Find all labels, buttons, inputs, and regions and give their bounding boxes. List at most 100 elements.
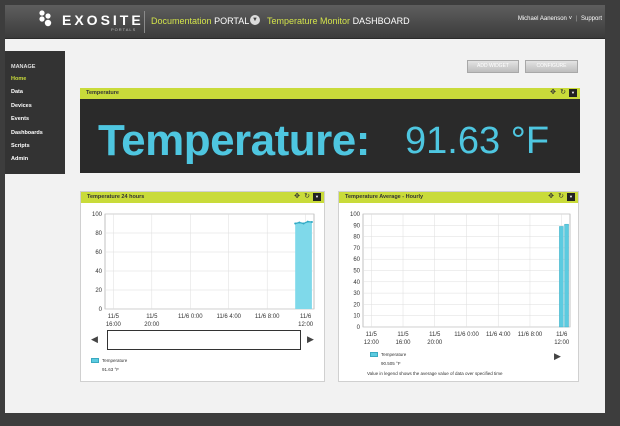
y-tick-label: 40 <box>353 280 360 286</box>
series-area <box>295 221 312 309</box>
chart-footnote: Value in legend shows the average value … <box>367 371 503 376</box>
temperature-24-hours-widget: Temperature 24 hours ✥ ↻ ▼ 0 20 40 60 80 100 1… <box>80 191 325 382</box>
user-menu[interactable]: Michael Aanenson <box>518 16 567 22</box>
portal-dropdown-icon[interactable]: ▼ <box>250 15 260 25</box>
collapse-icon[interactable]: ▼ <box>567 193 575 201</box>
arrow-left-icon[interactable]: ◀ <box>91 334 98 345</box>
collapse-icon[interactable]: ▼ <box>569 89 577 97</box>
x-tick-label: 20:00 <box>144 322 160 328</box>
series-point <box>294 222 297 225</box>
y-tick-label: 100 <box>92 212 103 218</box>
temperature-value: 91.63 °F <box>405 120 550 162</box>
y-tick-label: 50 <box>353 269 360 275</box>
y-tick-label: 60 <box>353 257 360 263</box>
y-tick-label: 90 <box>353 223 360 229</box>
y-tick-label: 30 <box>353 291 360 297</box>
x-tick-label: 16:00 <box>106 322 122 328</box>
sidebar: MANAGE Home Data Devices Events Dashboar… <box>5 51 65 174</box>
exosite-logo-icon[interactable] <box>38 10 54 28</box>
series-point <box>306 220 309 223</box>
widget-title: Temperature <box>86 90 119 96</box>
legend-series-name: Temperature <box>102 358 128 363</box>
refresh-icon[interactable]: ↻ <box>557 193 565 201</box>
user-caret-icon[interactable]: ˅ <box>569 16 573 22</box>
legend-series-value: 91.63 °F <box>102 367 120 372</box>
series-bar <box>559 226 564 328</box>
x-tick-label: 12:00 <box>364 340 380 346</box>
x-tick-label: 12:00 <box>298 322 314 328</box>
x-tick-label: 11/5 <box>108 314 120 320</box>
move-icon[interactable]: ✥ <box>293 193 301 201</box>
widget-header[interactable]: Temperature 24 hours ✥ ↻ ▼ <box>81 192 324 203</box>
y-tick-label: 70 <box>353 246 360 252</box>
x-tick-label: 11/5 <box>146 314 158 320</box>
x-tick-label: 11/6 0:00 <box>454 332 479 338</box>
sidebar-item-home[interactable]: Home <box>11 76 26 82</box>
y-tick-label: 80 <box>353 235 360 241</box>
widget-header[interactable]: Temperature Average - Hourly ✥ ↻ ▼ <box>339 192 578 203</box>
logo-subtext: PORTALS <box>111 27 137 32</box>
window-frame: EXOSITE PORTALS Documentation PORTAL ▼ T… <box>0 0 620 426</box>
legend-swatch <box>370 352 378 357</box>
y-tick-label: 80 <box>95 231 102 237</box>
legend-swatch <box>91 358 99 363</box>
temperature-widget: Temperature ✥ ↻ ▼ Temperature: 91.63 °F <box>80 88 580 173</box>
y-tick-label: 0 <box>99 307 103 313</box>
x-tick-label: 20:00 <box>427 340 443 346</box>
portal-title[interactable]: Documentation PORTAL <box>151 16 249 26</box>
x-tick-label: 11/6 <box>300 314 312 320</box>
configure-button[interactable]: CONFIGURE <box>525 60 578 73</box>
arrow-right-icon[interactable]: ▶ <box>554 351 561 362</box>
support-link[interactable]: Support <box>581 16 602 22</box>
temperature-24h-chart: 0 20 40 60 80 100 11/5 16:00 11/5 20:00 11/6 0:00 1… <box>92 212 315 328</box>
refresh-icon[interactable]: ↻ <box>303 193 311 201</box>
widget-title: Temperature 24 hours <box>87 194 145 200</box>
move-icon[interactable]: ✥ <box>547 193 555 201</box>
sidebar-item-data[interactable]: Data <box>11 89 23 95</box>
logo-text: EXOSITE <box>62 12 144 28</box>
y-tick-label: 60 <box>95 250 102 256</box>
series-point <box>310 220 313 223</box>
legend-series-value: 90.505 °F <box>381 361 401 366</box>
x-tick-label: 11/6 4:00 <box>486 332 511 338</box>
x-tick-label: 11/6 0:00 <box>178 314 203 320</box>
sidebar-item-devices[interactable]: Devices <box>11 103 32 109</box>
top-header: EXOSITE PORTALS Documentation PORTAL ▼ T… <box>5 5 605 39</box>
y-tick-label: 20 <box>353 302 360 308</box>
portal-title-name: Documentation <box>151 16 212 26</box>
temperature-average-hourly-widget: Temperature Average - Hourly ✥ ↻ ▼ 0 10 20… <box>338 191 579 382</box>
x-tick-label: 11/5 <box>397 332 409 338</box>
app-window: EXOSITE PORTALS Documentation PORTAL ▼ T… <box>5 5 605 413</box>
sidebar-item-events[interactable]: Events <box>11 116 29 122</box>
sidebar-item-scripts[interactable]: Scripts <box>11 143 30 149</box>
sidebar-item-dashboards[interactable]: Dashboards <box>11 130 43 136</box>
temperature-label: Temperature: <box>98 116 370 165</box>
series-point <box>298 221 301 224</box>
range-navigator[interactable] <box>107 330 301 350</box>
x-tick-label: 11/6 8:00 <box>518 332 543 338</box>
y-tick-label: 40 <box>95 269 102 275</box>
add-widget-button[interactable]: ADD WIDGET <box>467 60 519 73</box>
plot-area <box>104 213 315 310</box>
widget-title: Temperature Average - Hourly <box>345 194 424 200</box>
sidebar-item-admin[interactable]: Admin <box>11 156 28 162</box>
x-tick-label: 11/6 8:00 <box>255 314 280 320</box>
y-tick-label: 20 <box>95 288 102 294</box>
x-tick-label: 11/6 4:00 <box>216 314 241 320</box>
user-area: Michael Aanenson ˅ | Support <box>518 16 602 22</box>
series-point <box>302 222 305 225</box>
dashboard-title-name: Temperature Monitor <box>267 16 351 26</box>
y-tick-label: 100 <box>350 212 361 218</box>
x-tick-label: 11/6 <box>556 332 568 338</box>
x-tick-label: 11/5 <box>429 332 441 338</box>
refresh-icon[interactable]: ↻ <box>559 89 567 97</box>
widget-header[interactable]: Temperature ✥ ↻ ▼ <box>80 88 580 99</box>
header-divider <box>144 11 145 33</box>
temperature-average-chart: 0 10 20 30 40 50 60 70 80 90 100 11/5 12:00 11/5 16:00… <box>350 212 571 346</box>
move-icon[interactable]: ✥ <box>549 89 557 97</box>
y-tick-label: 10 <box>353 314 360 320</box>
arrow-right-icon[interactable]: ▶ <box>307 334 314 345</box>
header-separator: | <box>575 16 578 22</box>
y-tick-label: 0 <box>357 325 361 331</box>
collapse-icon[interactable]: ▼ <box>313 193 321 201</box>
